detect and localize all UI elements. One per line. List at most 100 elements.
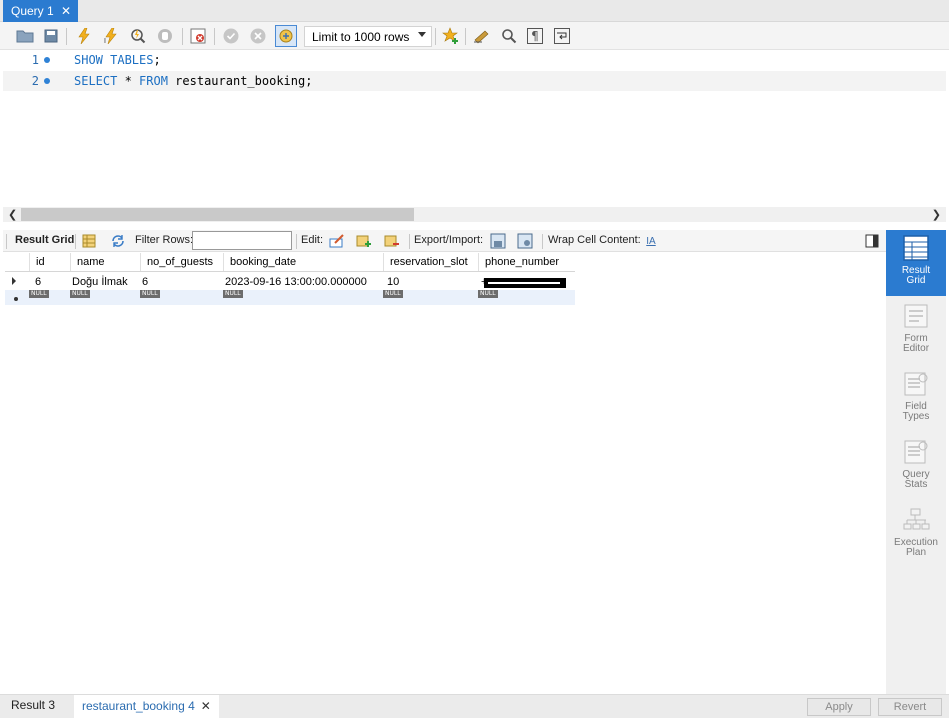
scroll-left-icon[interactable]: ❮ [8,208,17,221]
revert-button[interactable]: Revert [878,698,942,716]
result-side-panel: Result Grid Form Editor Field Types Query St… [886,230,946,694]
statement-marker-icon [44,78,50,84]
execute-icon[interactable] [75,27,93,45]
open-folder-icon[interactable] [16,27,34,45]
execution-plan-view-button[interactable]: Execution Plan [886,502,946,568]
new-row[interactable]: NULL NULL NULL NULL NULL NULL [5,290,575,305]
sql-text: restaurant_booking; [167,74,313,88]
editor-line-1[interactable]: 1 SHOW TABLES; [3,50,946,70]
wrap-icon[interactable] [554,28,570,44]
code-text: SELECT * FROM restaurant_booking; [74,74,312,88]
form-editor-view-button[interactable]: Form Editor [886,298,946,364]
field-types-icon [902,370,930,398]
null-badge[interactable]: NULL [223,290,243,298]
query-stats-icon [902,438,930,466]
null-badge[interactable]: NULL [29,290,49,298]
null-badge[interactable]: NULL [140,290,160,298]
stop-icon[interactable] [156,27,174,45]
beautify-icon[interactable] [473,27,491,45]
side-label-line2: Types [902,411,930,422]
form-editor-icon [902,302,930,330]
tab-query-label: Query 1 [11,4,54,18]
tab-result-3[interactable]: Result 3 [11,698,55,712]
query-tab-strip: Query 1 ✕ [0,0,949,22]
wrap-cell-icon[interactable]: IA [643,233,659,249]
sql-text: ; [153,53,161,67]
cell-booking-date[interactable]: 2023-09-16 13:00:00.000000 [219,273,367,288]
result-grid-view-button[interactable]: Result Grid [886,230,946,296]
wrap-cell-label: Wrap Cell Content: [548,234,641,246]
grid-header: id name no_of_guests booking_date reserv… [5,253,575,272]
apply-button[interactable]: Apply [807,698,871,716]
result-tabs-bar: Result 3 restaurant_booking 4 ✕ Apply Rev… [0,694,949,718]
result-grid-icon [902,234,930,262]
cell-id[interactable]: 6 [29,273,41,288]
sql-editor[interactable]: 1 SHOW TABLES; 2 SELECT * FROM restauran… [3,50,946,207]
query-stats-view-button[interactable]: Query Stats [886,434,946,500]
filter-rows-input[interactable] [192,231,292,250]
tab-label: restaurant_booking 4 [82,699,195,713]
column-header-id[interactable]: id [29,253,70,271]
refresh-icon[interactable] [110,233,126,249]
cell-name[interactable]: Doğu İlmak [66,273,128,288]
delete-row-icon[interactable] [384,233,400,249]
import-icon[interactable] [517,233,533,249]
execution-plan-icon [902,506,930,534]
add-snippet-icon[interactable] [442,27,460,45]
close-icon[interactable]: ✕ [61,4,71,18]
toggle-sidepanel-icon[interactable] [864,233,880,249]
explain-icon[interactable] [129,27,147,45]
invisible-chars-icon[interactable]: ¶ [527,28,543,44]
cell-no-of-guests[interactable]: 6 [136,273,148,288]
result-grid-label: Result Grid [15,234,75,246]
tab-query-1[interactable]: Query 1 ✕ [3,0,78,22]
column-header-booking-date[interactable]: booking_date [223,253,383,271]
sql-editor-toolbar: I Limit to 1000 rows ¶ [0,22,949,50]
redaction-bar [484,278,566,288]
execute-current-icon[interactable]: I [102,27,120,45]
cell-reservation-slot[interactable]: 10 [381,273,399,288]
save-icon[interactable] [42,27,60,45]
line-number: 2 [31,74,39,88]
new-row-marker-icon [5,290,29,305]
column-header-phone-number[interactable]: phone_number [478,253,575,271]
toggle-grid-icon[interactable] [81,233,97,249]
sql-text: * [117,74,140,88]
toggle-continue-on-error-icon[interactable] [189,27,207,45]
commit-icon[interactable] [222,27,240,45]
close-icon[interactable]: ✕ [201,699,211,713]
statement-marker-icon [44,57,50,63]
sql-keyword: SHOW TABLES [74,53,154,67]
side-label-line2: Grid [906,275,926,286]
null-badge[interactable]: NULL [383,290,403,298]
workbench-window: Query 1 ✕ I Limit to 1000 rows ¶ 1 SHOW … [0,0,949,718]
limit-rows-value: Limit to 1000 rows [312,30,410,44]
editor-horizontal-scrollbar[interactable]: ❮ ❯ [3,207,946,222]
scrollbar-thumb[interactable] [21,208,414,221]
sql-keyword: SELECT [74,74,118,88]
find-icon[interactable] [500,27,518,45]
limit-rows-select[interactable]: Limit to 1000 rows [304,26,432,47]
editor-line-2[interactable]: 2 SELECT * FROM restaurant_booking; [3,71,946,91]
column-header-name[interactable]: name [70,253,140,271]
autocommit-icon[interactable] [275,25,297,47]
scroll-right-icon[interactable]: ❯ [932,208,941,221]
row-selector[interactable] [5,273,29,290]
column-header-no-of-guests[interactable]: no_of_guests [140,253,223,271]
edit-row-icon[interactable] [329,233,345,249]
chevron-down-icon [418,32,426,37]
null-badge[interactable]: NULL [70,290,90,298]
svg-text:I: I [104,38,106,44]
export-icon[interactable] [490,233,506,249]
line-number: 1 [31,53,39,67]
filter-rows-label: Filter Rows: [135,234,194,246]
insert-row-icon[interactable] [356,233,372,249]
column-header-reservation-slot[interactable]: reservation_slot [383,253,478,271]
result-grid-toolbar: Result Grid Filter Rows: Edit: Export/Im… [3,230,886,252]
code-text: SHOW TABLES; [74,53,161,67]
rollback-icon[interactable] [249,27,267,45]
tab-restaurant-booking-4[interactable]: restaurant_booking 4 ✕ [74,695,219,718]
sql-keyword: FROM [139,74,168,88]
null-badge[interactable]: NULL [478,290,498,298]
field-types-view-button[interactable]: Field Types [886,366,946,432]
